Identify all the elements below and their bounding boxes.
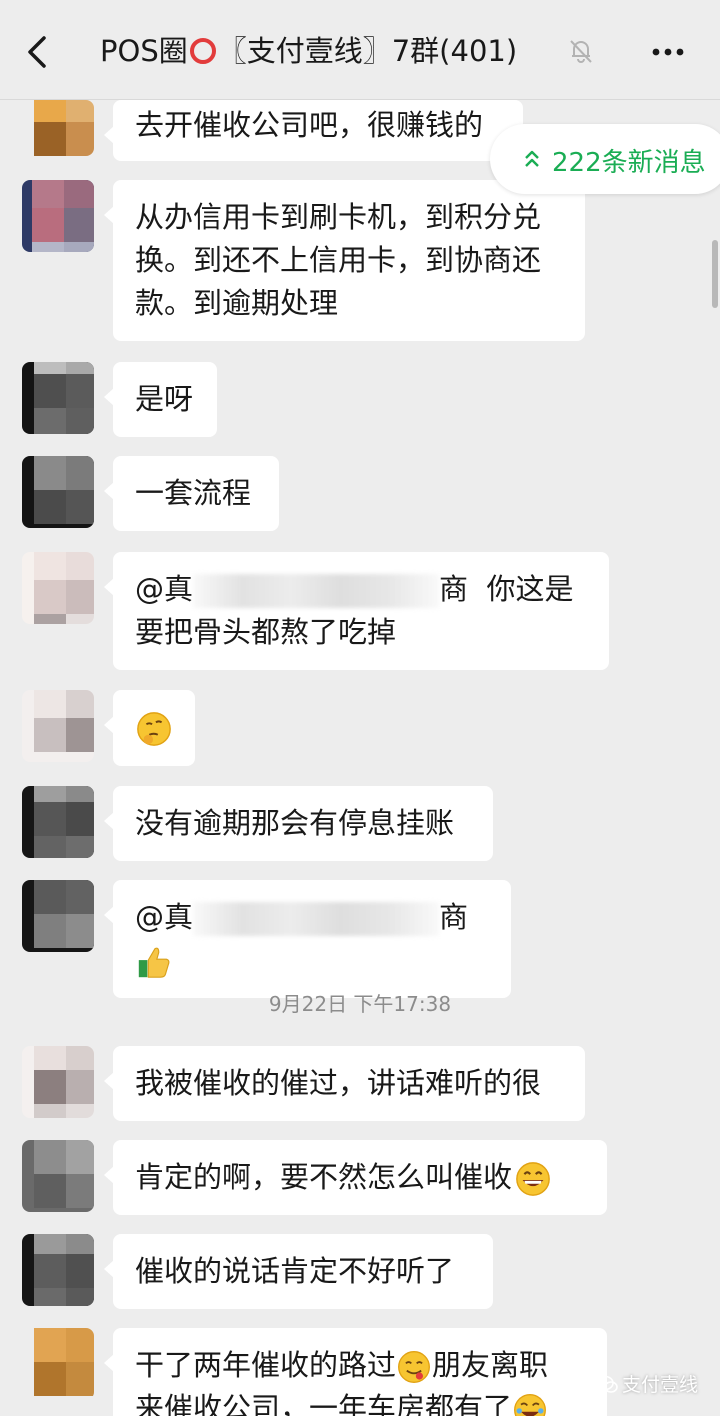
message-bubble: 去开催收公司吧，很赚钱的 <box>104 100 523 161</box>
mute-bell-icon <box>570 40 592 63</box>
message-text: 朋友离职 <box>432 1348 549 1382</box>
avatar[interactable] <box>22 100 94 156</box>
message-bubble: 我被催收的催过，讲话难听的很 <box>104 1046 585 1121</box>
avatar[interactable] <box>22 362 94 434</box>
message-timestamp: 9月22日 下午17:38 <box>268 992 452 1016</box>
message-bubble: @真商 你这是要把骨头都熬了吃掉 <box>104 552 609 670</box>
double-chevron-up-icon <box>525 150 539 167</box>
mention-end: 商 <box>439 572 469 606</box>
message-text: 肯定的啊，要不然怎么叫催收 <box>135 1160 513 1194</box>
watermark-text: 支付壹线 <box>622 1374 699 1396</box>
grinning-face-icon <box>516 1162 550 1196</box>
new-messages-button[interactable]: 222条新消息 <box>490 124 720 194</box>
message-text: 来催收公司，一年车房都有了 <box>135 1391 513 1416</box>
crying-laughing-icon <box>514 1394 546 1416</box>
message-text: 催收的说话肯定不好听了 <box>135 1254 455 1288</box>
wechat-logo-icon <box>596 1375 618 1393</box>
back-arrow-icon[interactable] <box>18 30 58 74</box>
avatar[interactable] <box>22 180 94 252</box>
avatar[interactable] <box>22 786 94 858</box>
thumbs-up-icon <box>138 947 170 978</box>
message-text: 是呀 <box>135 382 194 416</box>
redacted-name <box>193 574 440 608</box>
message-bubble: 肯定的啊，要不然怎么叫催收 <box>104 1140 607 1215</box>
avatar[interactable] <box>22 552 94 624</box>
new-messages-label: 222条新消息 <box>552 148 706 178</box>
drooling-face-icon <box>398 1351 430 1383</box>
chat-title-prefix: POS圈 <box>100 34 188 68</box>
message-text: 干了两年催收的路过 <box>135 1348 397 1382</box>
watermark: 支付壹线 <box>596 1370 698 1402</box>
avatar[interactable] <box>22 1140 94 1212</box>
avatar[interactable] <box>22 1234 94 1306</box>
message-bubble: 一套流程 <box>104 456 279 531</box>
chat-title: POS圈 〖支付壹线〗7群(401) <box>100 28 570 70</box>
avatar[interactable] <box>22 690 94 762</box>
red-circle-icon <box>189 38 216 64</box>
thinking-face-icon <box>137 712 171 746</box>
more-options-icon[interactable] <box>648 36 688 66</box>
message-bubble: 没有逾期那会有停息挂账 <box>104 786 493 861</box>
message-bubble: 从办信用卡到刷卡机，到积分兑换。到还不上信用卡，到协商还款。到逾期处理 <box>104 180 585 341</box>
message-text: 没有逾期那会有停息挂账 <box>135 806 455 840</box>
avatar[interactable] <box>22 1328 94 1400</box>
mention-end: 商 <box>439 900 469 934</box>
mention-text: @真 <box>135 900 194 934</box>
message-bubble: 催收的说话肯定不好听了 <box>104 1234 493 1309</box>
message-text: 我被催收的催过，讲话难听的很 <box>135 1066 542 1100</box>
avatar[interactable] <box>22 1046 94 1118</box>
message-text: 一套流程 <box>135 476 252 510</box>
message-bubble <box>104 690 195 766</box>
message-bubble: 是呀 <box>104 362 217 437</box>
mention-text: @真 <box>135 572 194 606</box>
message-text: 从办信用卡到刷卡机，到积分兑换。到还不上信用卡，到协商还款。到逾期处理 <box>135 200 542 320</box>
avatar[interactable] <box>22 456 94 528</box>
message-list[interactable]: 去开催收公司吧，很赚钱的 从办信用卡到刷卡机，到积分兑换。到还不上信用卡，到协商… <box>0 100 720 1416</box>
chat-title-suffix: 〖支付壹线〗7群(401) <box>217 34 518 68</box>
message-text: 去开催收公司吧，很赚钱的 <box>135 108 484 142</box>
message-bubble: 干了两年催收的路过 朋友离职来催收公司，一年车房都有了 <box>104 1328 607 1416</box>
scrollbar[interactable] <box>712 240 718 308</box>
chat-header: POS圈 〖支付壹线〗7群(401) <box>0 0 720 100</box>
avatar[interactable] <box>22 880 94 952</box>
redacted-name <box>193 902 440 936</box>
message-bubble: @真 商 <box>104 880 511 998</box>
